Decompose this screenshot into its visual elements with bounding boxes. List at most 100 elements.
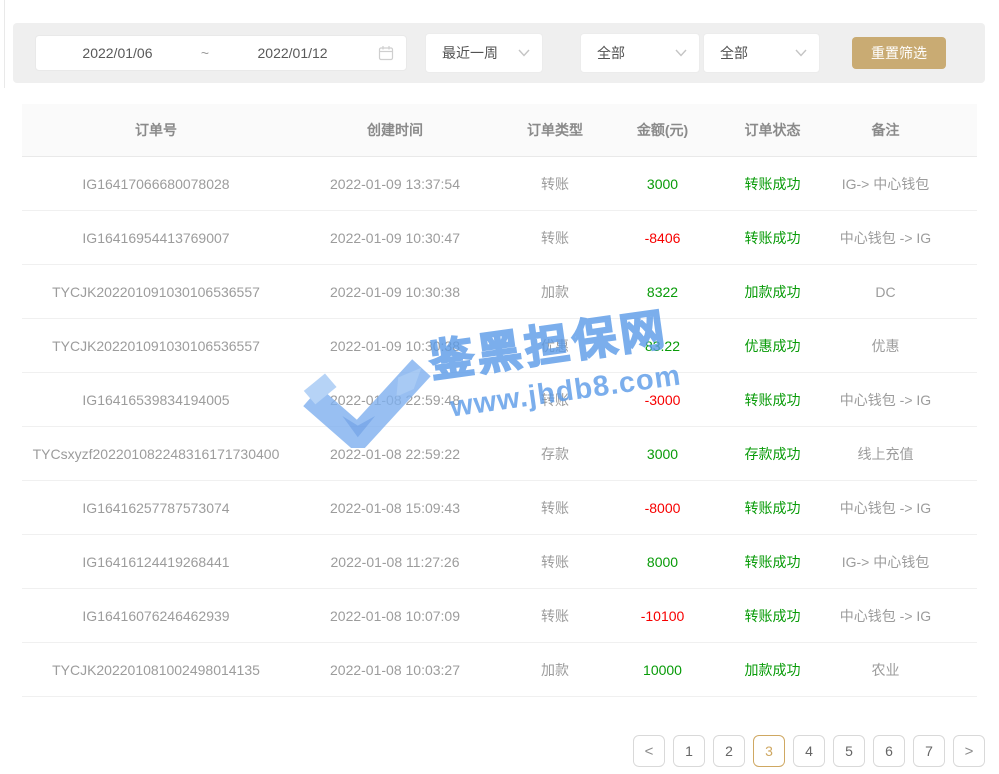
order-status: 加款成功 xyxy=(715,264,830,318)
date-range-preset-value: 最近一周 xyxy=(442,43,498,63)
page-button-4[interactable]: 4 xyxy=(793,735,825,767)
end-date-field[interactable]: 2022/01/12 xyxy=(211,45,374,61)
remark: 中心钱包 -> IG xyxy=(830,480,977,534)
order-type-value: 全部 xyxy=(597,43,625,63)
order-type: 优惠 xyxy=(500,318,610,372)
order-no: TYCJK202201081002498014135 xyxy=(22,642,290,696)
table-row: TYCsxyzf202201082248316171730400 2022-01… xyxy=(22,426,977,480)
col-header-created: 创建时间 xyxy=(290,104,500,156)
table-row: IG16416954413769007 2022-01-09 10:30:47 … xyxy=(22,210,977,264)
remark: 线上充值 xyxy=(830,426,977,480)
calendar-icon[interactable] xyxy=(378,45,394,61)
remark: 中心钱包 -> IG xyxy=(830,588,977,642)
page-button-5[interactable]: 5 xyxy=(833,735,865,767)
created-time: 2022-01-09 10:30:38 xyxy=(290,318,500,372)
order-status-select[interactable]: 全部 xyxy=(703,33,820,73)
amount: -10100 xyxy=(610,588,715,642)
col-header-remark: 备注 xyxy=(830,104,977,156)
order-type-select[interactable]: 全部 xyxy=(580,33,700,73)
order-no: IG16416124419268441 xyxy=(22,534,290,588)
order-no: IG16417066680078028 xyxy=(22,156,290,210)
orders-table: 订单号 创建时间 订单类型 金额(元) 订单状态 备注 IG1641706668… xyxy=(22,104,977,697)
prev-page-button[interactable]: < xyxy=(633,735,665,767)
amount: 3000 xyxy=(610,426,715,480)
left-edge-divider xyxy=(4,0,5,88)
created-time: 2022-01-09 10:30:38 xyxy=(290,264,500,318)
remark: 中心钱包 -> IG xyxy=(830,372,977,426)
amount: -8000 xyxy=(610,480,715,534)
order-type: 加款 xyxy=(500,264,610,318)
page-button-2[interactable]: 2 xyxy=(713,735,745,767)
order-status-value: 全部 xyxy=(720,43,748,63)
date-range-preset-select[interactable]: 最近一周 xyxy=(425,33,543,73)
order-status: 优惠成功 xyxy=(715,318,830,372)
table-row: IG16416124419268441 2022-01-08 11:27:26 … xyxy=(22,534,977,588)
orders-table-panel: 订单号 创建时间 订单类型 金额(元) 订单状态 备注 IG1641706668… xyxy=(22,104,977,697)
next-page-button[interactable]: > xyxy=(953,735,985,767)
created-time: 2022-01-08 11:27:26 xyxy=(290,534,500,588)
order-status: 存款成功 xyxy=(715,426,830,480)
order-type: 加款 xyxy=(500,642,610,696)
reset-filter-button[interactable]: 重置筛选 xyxy=(852,37,946,69)
order-type: 存款 xyxy=(500,426,610,480)
order-no: IG16416076246462939 xyxy=(22,588,290,642)
date-range-picker[interactable]: 2022/01/06 ~ 2022/01/12 xyxy=(35,35,407,71)
table-row: IG16416539834194005 2022-01-08 22:59:48 … xyxy=(22,372,977,426)
created-time: 2022-01-08 22:59:48 xyxy=(290,372,500,426)
page-button-1[interactable]: 1 xyxy=(673,735,705,767)
start-date-field[interactable]: 2022/01/06 xyxy=(36,45,199,61)
page-button-3-active[interactable]: 3 xyxy=(753,735,785,767)
col-header-status: 订单状态 xyxy=(715,104,830,156)
table-row: IG16416257787573074 2022-01-08 15:09:43 … xyxy=(22,480,977,534)
order-no: IG16416257787573074 xyxy=(22,480,290,534)
pagination: < 1 2 3 4 5 6 7 > xyxy=(633,735,985,767)
order-no: IG16416539834194005 xyxy=(22,372,290,426)
table-row: TYCJK202201081002498014135 2022-01-08 10… xyxy=(22,642,977,696)
col-header-order-no: 订单号 xyxy=(22,104,290,156)
order-no: TYCJK202201091030106536557 xyxy=(22,318,290,372)
order-type: 转账 xyxy=(500,534,610,588)
remark: 农业 xyxy=(830,642,977,696)
amount: 8000 xyxy=(610,534,715,588)
remark: IG-> 中心钱包 xyxy=(830,156,977,210)
order-status: 转账成功 xyxy=(715,480,830,534)
order-type: 转账 xyxy=(500,588,610,642)
table-row: IG16416076246462939 2022-01-08 10:07:09 … xyxy=(22,588,977,642)
chevron-down-icon xyxy=(795,49,807,57)
orders-page: 2022/01/06 ~ 2022/01/12 最近一周 全部 全部 xyxy=(0,0,999,774)
chevron-down-icon xyxy=(675,49,687,57)
created-time: 2022-01-08 10:07:09 xyxy=(290,588,500,642)
order-type: 转账 xyxy=(500,156,610,210)
created-time: 2022-01-08 15:09:43 xyxy=(290,480,500,534)
order-no: TYCsxyzf202201082248316171730400 xyxy=(22,426,290,480)
table-header-row: 订单号 创建时间 订单类型 金额(元) 订单状态 备注 xyxy=(22,104,977,156)
col-header-amount: 金额(元) xyxy=(610,104,715,156)
created-time: 2022-01-08 10:03:27 xyxy=(290,642,500,696)
order-type: 转账 xyxy=(500,372,610,426)
order-status: 转账成功 xyxy=(715,534,830,588)
created-time: 2022-01-09 10:30:47 xyxy=(290,210,500,264)
amount: 3000 xyxy=(610,156,715,210)
order-type: 转账 xyxy=(500,210,610,264)
created-time: 2022-01-09 13:37:54 xyxy=(290,156,500,210)
page-button-6[interactable]: 6 xyxy=(873,735,905,767)
table-row: TYCJK202201091030106536557 2022-01-09 10… xyxy=(22,318,977,372)
order-status: 转账成功 xyxy=(715,372,830,426)
table-row: IG16417066680078028 2022-01-09 13:37:54 … xyxy=(22,156,977,210)
amount: 8322 xyxy=(610,264,715,318)
page-button-7[interactable]: 7 xyxy=(913,735,945,767)
table-row: TYCJK202201091030106536557 2022-01-09 10… xyxy=(22,264,977,318)
filter-bar: 2022/01/06 ~ 2022/01/12 最近一周 全部 全部 xyxy=(13,23,985,83)
amount: 10000 xyxy=(610,642,715,696)
order-status: 加款成功 xyxy=(715,642,830,696)
order-no: TYCJK202201091030106536557 xyxy=(22,264,290,318)
col-header-type: 订单类型 xyxy=(500,104,610,156)
order-status: 转账成功 xyxy=(715,588,830,642)
chevron-down-icon xyxy=(518,49,530,57)
order-no: IG16416954413769007 xyxy=(22,210,290,264)
order-status: 转账成功 xyxy=(715,210,830,264)
date-separator: ~ xyxy=(199,45,211,61)
remark: IG-> 中心钱包 xyxy=(830,534,977,588)
order-status: 转账成功 xyxy=(715,156,830,210)
amount: -3000 xyxy=(610,372,715,426)
